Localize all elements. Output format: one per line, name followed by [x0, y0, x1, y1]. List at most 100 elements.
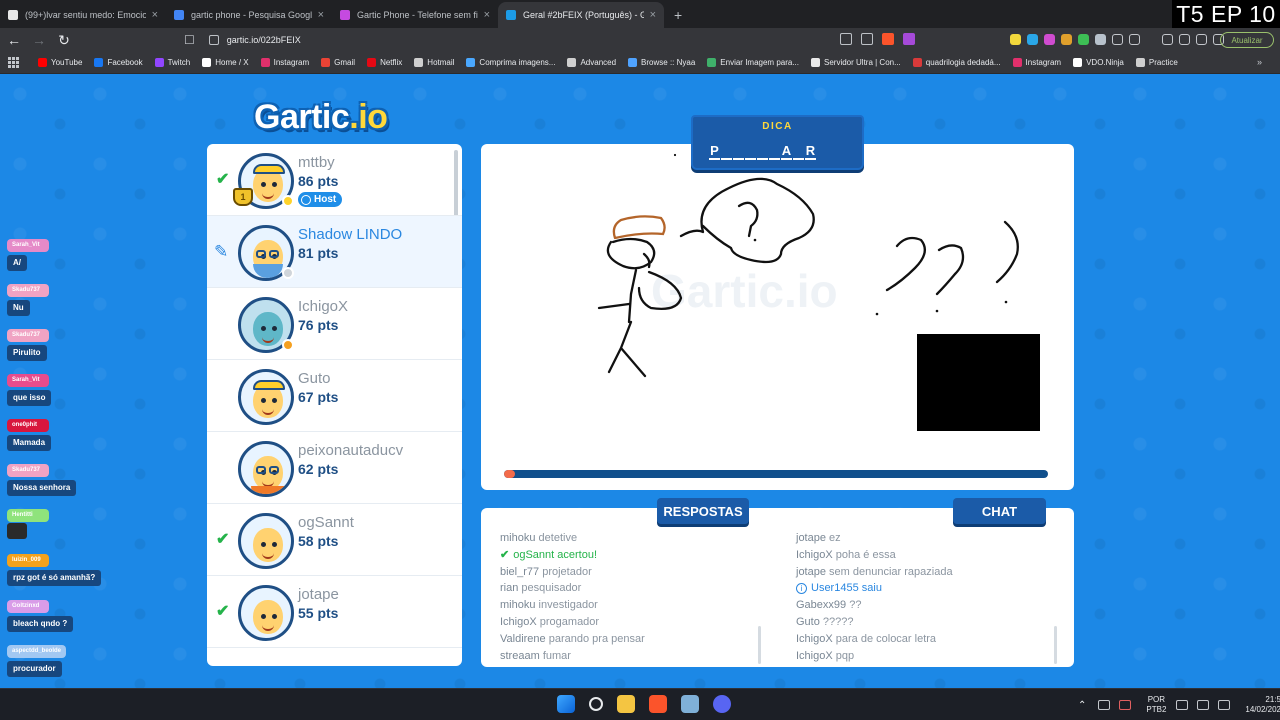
player-points: 67 pts — [298, 389, 339, 405]
url-text[interactable]: gartic.io/022bFEIX — [227, 35, 301, 45]
extension-icon[interactable] — [1010, 34, 1021, 45]
player-row[interactable]: Guto 67 pts — [207, 360, 462, 432]
tray-expand-icon[interactable]: ⌃ — [1078, 700, 1086, 711]
extension-icon[interactable] — [1129, 34, 1140, 45]
bookmark-label: Gmail — [334, 58, 356, 67]
forward-icon[interactable]: → — [28, 29, 50, 51]
overlay-username: aspectdd_beolde — [7, 645, 67, 658]
browser-tab[interactable]: Gartic Phone - Telefone sem fio × — [332, 2, 498, 28]
bookmark-item[interactable]: Browse :: Nyaa — [628, 58, 695, 67]
apps-grid-icon[interactable] — [8, 56, 20, 69]
extension-icon[interactable] — [1095, 34, 1106, 45]
drawing-canvas[interactable]: Gartic.io — [481, 144, 1074, 490]
tab-close-icon[interactable]: × — [484, 9, 490, 21]
bookmark-item[interactable]: Twitch — [154, 58, 190, 67]
brave-browser-icon[interactable] — [649, 695, 667, 713]
drawing-bubble — [679, 177, 815, 264]
volume-icon[interactable] — [1197, 700, 1210, 710]
start-icon[interactable] — [557, 695, 575, 713]
answers-scrollbar[interactable] — [758, 626, 761, 664]
bookmark-label: Netflix — [380, 58, 403, 67]
bookmark-item[interactable]: VDO.Ninja — [1073, 58, 1124, 67]
browser-tab[interactable]: (99+)lvar sentiu medo: Emocionante × — [0, 2, 166, 28]
reload-icon[interactable]: ↻ — [53, 29, 75, 51]
avatar-glasses — [269, 466, 279, 474]
avatar-eye — [272, 326, 277, 331]
new-tab-button[interactable]: + — [664, 2, 692, 28]
extension-icon[interactable] — [1044, 34, 1055, 45]
wallet-icon[interactable] — [1196, 34, 1207, 45]
microphone-icon[interactable] — [1119, 700, 1132, 710]
rewards-icon[interactable] — [903, 33, 915, 45]
player-row[interactable]: ✔ jotape 55 pts — [207, 576, 462, 648]
search-icon[interactable] — [589, 697, 603, 711]
display-icon[interactable] — [1176, 700, 1189, 710]
bookmark-item[interactable]: Servidor Ultra | Con... — [811, 58, 901, 67]
message-user: IchigoX — [796, 649, 833, 662]
file-explorer-icon[interactable] — [617, 695, 635, 713]
answer-line: rian pesquisador — [500, 580, 770, 597]
bookmark-item[interactable]: Facebook — [94, 58, 143, 67]
tab-title: (99+)lvar sentiu medo: Emocionante — [25, 10, 146, 20]
network-icon[interactable] — [1098, 700, 1111, 710]
tab-close-icon[interactable]: × — [650, 9, 656, 21]
extension-icon[interactable] — [1027, 34, 1038, 45]
bookmark-item[interactable]: Enviar Imagem para... — [707, 58, 799, 67]
bookmark-item[interactable]: Hotmail — [414, 58, 454, 67]
extension-icon[interactable] — [1078, 34, 1089, 45]
player-row[interactable]: peixonautaducv 62 pts — [207, 432, 462, 504]
cast-icon[interactable] — [840, 33, 852, 45]
player-row[interactable]: ✎ Shadow LINDO 81 pts — [207, 216, 462, 288]
update-button[interactable]: Atualizar — [1220, 32, 1274, 48]
player-row[interactable]: ✔ 1 mttby 86 pts Host — [207, 144, 462, 216]
bookmark-item[interactable]: Comprima imagens... — [466, 58, 555, 67]
clock[interactable]: 21:5414/02/2026 — [1245, 695, 1280, 715]
bookmark-item[interactable]: Home / X — [202, 58, 249, 67]
bookmark-item[interactable]: Gmail — [321, 58, 355, 67]
bookmark-item[interactable]: YouTube — [38, 58, 82, 67]
puzzle-icon[interactable] — [1112, 34, 1123, 45]
bookmark-star-icon[interactable]: ☐ — [184, 33, 195, 47]
chat-scrollbar[interactable] — [1054, 626, 1057, 664]
chat-header[interactable]: CHAT — [953, 498, 1046, 524]
player-row[interactable]: ✔ ogSannt 58 pts — [207, 504, 462, 576]
keyboard-language[interactable]: POR PTB2 — [1146, 695, 1166, 715]
bookmark-item[interactable]: Advanced — [567, 58, 616, 67]
brave-shield-icon[interactable] — [882, 33, 894, 45]
gartic-logo[interactable]: Gartic.io — [254, 98, 388, 137]
chat-line: IchigoX para de colocar letra — [796, 631, 1066, 648]
bookmark-item[interactable]: Instagram — [260, 58, 309, 67]
overlay-message: Skadu737 Nossa senhora — [7, 458, 77, 496]
browser-tab[interactable]: gartic phone - Pesquisa Google × — [166, 2, 332, 28]
bookmark-item[interactable]: Practice — [1135, 58, 1178, 67]
bookmark-item[interactable]: quadrilogia dedadá... — [912, 58, 1001, 67]
more-bookmarks-icon[interactable]: » — [1257, 57, 1262, 67]
overlay-message: Sarah_Vit que isso — [7, 368, 52, 406]
windows-taskbar: ⌃ PORPTB2 21:5414/02/2026 — [0, 688, 1280, 720]
extension-icon[interactable] — [1061, 34, 1072, 45]
battery-icon[interactable] — [1218, 700, 1231, 710]
player-row[interactable]: IchigoX 76 pts — [207, 288, 462, 360]
chat-list: jotape ez IchigoX poha é essa jotape sem d… — [796, 530, 1066, 664]
bookmark-label: Advanced — [580, 58, 617, 67]
avatar-glasses — [269, 250, 279, 258]
drawing-dot — [875, 312, 879, 316]
tab-close-icon[interactable]: × — [318, 9, 324, 21]
music-icon[interactable] — [1162, 34, 1173, 45]
discord-icon[interactable] — [713, 695, 731, 713]
bookmark-item[interactable]: Netflix — [367, 58, 402, 67]
site-info-icon[interactable] — [208, 35, 219, 45]
tab-close-icon[interactable]: × — [152, 9, 158, 21]
browser-tab[interactable]: Geral #2bFEIX (Português) - Gartic × — [498, 2, 664, 28]
player-avatar — [238, 513, 294, 569]
answers-header[interactable]: RESPOSTAS — [657, 498, 749, 524]
drawing-strokes — [597, 153, 1019, 378]
bookmark-item[interactable]: Instagram — [1012, 58, 1061, 67]
sidebar-icon[interactable] — [1179, 34, 1190, 45]
back-icon[interactable]: ← — [3, 29, 25, 51]
answers-list: mihoku detetive ✔ ogSannt acertou! biel_r77… — [500, 530, 770, 664]
overlay-text: Pirulito — [7, 345, 47, 361]
url-field[interactable]: ☐ gartic.io/022bFEIX — [184, 30, 914, 50]
app-icon[interactable] — [681, 695, 699, 713]
share-icon[interactable] — [861, 33, 873, 45]
